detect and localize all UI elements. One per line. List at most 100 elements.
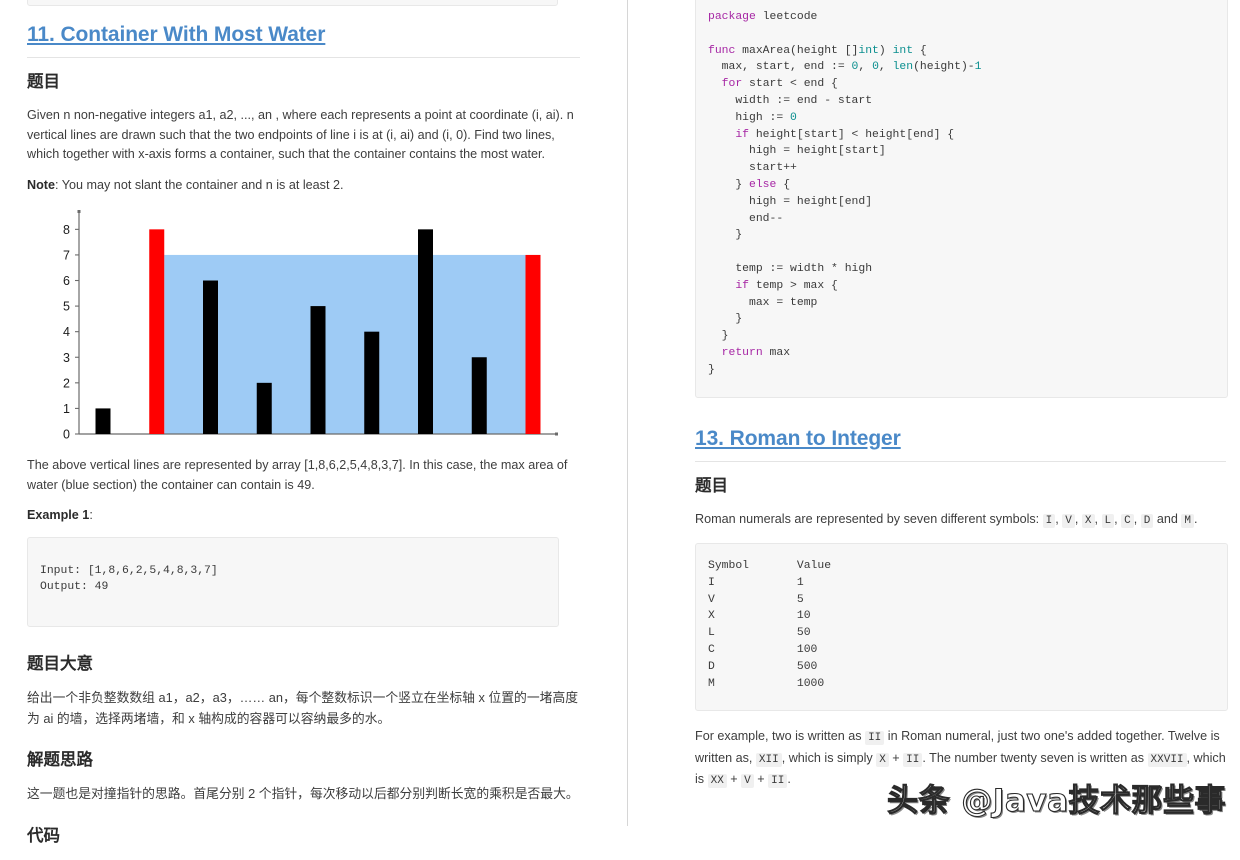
roman-numeral-inline: X xyxy=(876,752,889,767)
chart-bar xyxy=(256,382,272,434)
code-token: { xyxy=(913,44,927,57)
x-axis-cap xyxy=(555,432,558,436)
code-token: start < end { xyxy=(742,78,838,91)
code-token: ) xyxy=(878,44,893,57)
chart-bar xyxy=(418,229,433,434)
page-root: 11. Container With Most Water 题目 Given n… xyxy=(0,0,1240,845)
code-token: if xyxy=(735,128,750,141)
roman-symbol-table: Symbol Value I 1 V 5 X 10 L 50 C 100 D 5… xyxy=(695,543,1228,712)
heading-idea: 解题思路 xyxy=(27,751,93,770)
code-token: } xyxy=(708,330,729,343)
roman-symbol-inline: L xyxy=(1101,513,1115,528)
y-tick-label: 8 xyxy=(63,223,70,237)
code-token: return xyxy=(721,346,763,359)
roman-symbol-inline: D xyxy=(1140,513,1154,528)
code-token: } xyxy=(708,229,743,242)
code-token: leetcode xyxy=(755,11,818,23)
roman-numeral-inline: II xyxy=(903,752,923,767)
roman-numeral-inline: XII xyxy=(755,752,782,767)
problem-note: Note: You may not slant the container an… xyxy=(27,176,580,196)
y-tick-label: 4 xyxy=(63,325,70,339)
chart-bar xyxy=(364,331,380,434)
previous-code-block-stub xyxy=(27,0,558,6)
code-token: height[start] < height[end] { xyxy=(749,128,955,141)
page-title-13[interactable]: 13. Roman to Integer xyxy=(695,426,1226,452)
y-tick-label: 6 xyxy=(63,274,70,288)
code-token: end-- xyxy=(708,212,784,225)
code-token: width := end - start xyxy=(708,94,873,107)
watermark: 头条 @Java技术那些事 xyxy=(887,782,1226,819)
code-token: package xyxy=(708,11,756,23)
y-tick-label: 3 xyxy=(63,351,70,365)
go-solution-code-block: package leetcode func maxArea(height []i… xyxy=(695,0,1228,398)
example-colon: : xyxy=(89,508,93,522)
chart-svg: 0 1 2 3 4 5 6 7 8 xyxy=(63,210,558,442)
example-code-block: Input: [1,8,6,2,5,4,8,3,7] Output: 49 xyxy=(27,536,559,628)
roman-numeral-inline: XX xyxy=(707,774,727,789)
y-tick-label: 7 xyxy=(63,248,70,262)
y-tick-label: 2 xyxy=(63,376,70,390)
summary-text: 给出一个非负整数数组 a1，a2，a3，…… an，每个整数标识一个竖立在坐标轴… xyxy=(27,690,579,726)
code-token: max = temp xyxy=(708,296,818,309)
roman-numeral-inline: II xyxy=(865,731,885,746)
roman-numeral-inline: II xyxy=(768,774,788,789)
code-token: temp := width * high xyxy=(708,262,873,275)
roman-intro-paragraph: Roman numerals are represented by seven … xyxy=(695,511,1198,528)
y-axis-cap xyxy=(77,210,81,213)
page-title-11[interactable]: 11. Container With Most Water xyxy=(27,22,580,48)
right-column: package leetcode func maxArea(height []i… xyxy=(628,0,1240,803)
code-token: int xyxy=(892,44,914,57)
code-token: , xyxy=(858,61,873,74)
code-token: high := xyxy=(708,111,791,124)
heading-code: 代码 xyxy=(27,826,60,845)
code-token: high = height[end] xyxy=(708,195,873,208)
water-region xyxy=(164,254,526,434)
roman-symbol-inline: I xyxy=(1042,513,1056,528)
code-token: 1 xyxy=(974,61,982,74)
code-token: } xyxy=(708,178,750,191)
problem-description: Given n non-negative integers a1, a2, ..… xyxy=(27,108,574,161)
code-token: high = height[start] xyxy=(708,145,886,158)
chart-bar xyxy=(203,280,218,434)
chart-caption: The above vertical lines are represented… xyxy=(27,458,568,492)
example-label-line: Example 1: xyxy=(27,506,580,526)
heading-problem-13: 题目 xyxy=(695,476,728,495)
code-token: temp > max { xyxy=(749,279,838,292)
note-text: : You may not slant the container and n … xyxy=(55,177,344,192)
title-rule-13 xyxy=(695,460,1226,462)
code-token: , xyxy=(878,61,893,74)
roman-symbol-inline: V xyxy=(1062,513,1075,528)
title-rule xyxy=(27,57,580,58)
roman-numeral-inline: V xyxy=(741,774,754,789)
code-token: 0 xyxy=(790,111,797,124)
code-token: if xyxy=(735,279,750,292)
code-token: for xyxy=(721,78,743,91)
idea-text: 这一题也是对撞指针的思路。首尾分别 2 个指针，每次移动以后都分别判断长宽的乘积… xyxy=(27,786,579,802)
note-label: Note xyxy=(27,177,55,192)
roman-symbol-inline: C xyxy=(1121,513,1134,528)
chart-bar xyxy=(310,306,326,434)
code-token: func xyxy=(708,44,736,57)
roman-symbol-inline: X xyxy=(1081,513,1095,528)
code-token: int xyxy=(858,44,879,57)
example-label: Example 1 xyxy=(27,508,90,522)
code-token: { xyxy=(776,178,791,191)
chart-bar xyxy=(149,229,165,434)
code-token: } xyxy=(708,313,743,326)
heading-summary: 题目大意 xyxy=(27,655,93,674)
y-tick-label: 0 xyxy=(63,428,70,442)
y-tick-label: 1 xyxy=(63,402,70,416)
y-tick-label: 5 xyxy=(63,300,70,314)
chart-bar xyxy=(471,357,487,434)
chart-bar xyxy=(525,254,541,434)
code-token: else xyxy=(749,178,777,191)
code-token: } xyxy=(708,363,715,376)
heading-problem: 题目 xyxy=(27,73,60,91)
chart-bar xyxy=(95,408,111,434)
roman-numeral-inline: XXVII xyxy=(1147,752,1187,767)
code-token: (height)- xyxy=(913,61,975,74)
